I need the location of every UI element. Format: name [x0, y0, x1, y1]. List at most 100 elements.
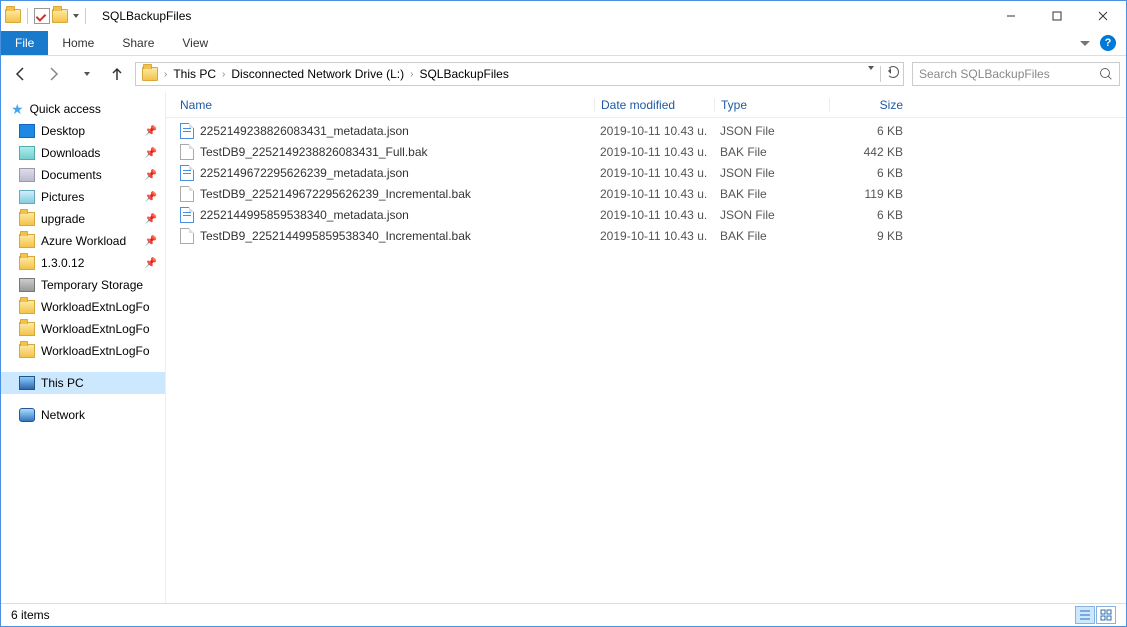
- file-row[interactable]: TestDB9_2252149672295626239_Incremental.…: [174, 183, 1118, 204]
- file-row[interactable]: 2252149238826083431_metadata.json2019-10…: [174, 120, 1118, 141]
- content-area: ★ Quick access Desktop📌 Downloads 📌 Documen…: [1, 92, 1126, 603]
- sidebar-item[interactable]: Desktop📌: [1, 120, 165, 142]
- minimize-button[interactable]: [988, 1, 1034, 31]
- folder-icon: [19, 212, 35, 226]
- forward-button[interactable]: [39, 60, 67, 88]
- refresh-icon[interactable]: [887, 66, 899, 78]
- bak-file-icon: [180, 228, 194, 244]
- file-date: 2019-10-11 10.43 u.: [594, 187, 714, 201]
- address-bar[interactable]: › This PC › Disconnected Network Drive (…: [135, 62, 904, 86]
- view-toggle: [1075, 606, 1116, 624]
- ribbon-help-area: ?: [1070, 31, 1126, 55]
- thumbnails-view-button[interactable]: [1096, 606, 1116, 624]
- tab-home[interactable]: Home: [48, 31, 108, 55]
- chevron-right-icon[interactable]: ›: [222, 69, 225, 80]
- search-box[interactable]: [912, 62, 1120, 86]
- quick-access-group: ★ Quick access Desktop📌 Downloads 📌 Documen…: [1, 98, 165, 362]
- help-icon[interactable]: ?: [1100, 35, 1116, 51]
- file-size: 6 KB: [829, 124, 909, 138]
- address-history-dropdown[interactable]: [868, 66, 874, 70]
- sidebar-item-label: Downloads: [41, 146, 100, 160]
- new-folder-icon[interactable]: [52, 9, 68, 23]
- file-date: 2019-10-11 10.43 u.: [594, 208, 714, 222]
- sidebar-item-label: upgrade: [41, 212, 85, 226]
- file-row[interactable]: 2252149672295626239_metadata.json2019-10…: [174, 162, 1118, 183]
- star-icon: ★: [11, 101, 24, 118]
- search-icon[interactable]: [1099, 67, 1113, 81]
- tab-file[interactable]: File: [1, 31, 48, 55]
- separator: [27, 8, 28, 24]
- breadcrumb-item[interactable]: Disconnected Network Drive (L:): [227, 67, 408, 81]
- file-type: JSON File: [714, 208, 829, 222]
- sidebar-item[interactable]: WorkloadExtnLogFo: [1, 340, 165, 362]
- column-date[interactable]: Date modified: [594, 98, 714, 112]
- network-group: Network: [1, 404, 165, 426]
- breadcrumb-label: SQLBackupFiles: [419, 67, 508, 81]
- navigation-bar: › This PC › Disconnected Network Drive (…: [1, 56, 1126, 92]
- disk-icon: [19, 278, 35, 292]
- file-name: TestDB9_2252144995859538340_Incremental.…: [200, 229, 471, 243]
- search-input[interactable]: [919, 67, 1099, 81]
- sidebar-item-this-pc[interactable]: This PC: [1, 372, 165, 394]
- sidebar-item[interactable]: upgrade📌: [1, 208, 165, 230]
- breadcrumb-item[interactable]: SQLBackupFiles: [415, 67, 512, 81]
- properties-icon[interactable]: [34, 8, 50, 24]
- folder-icon: [19, 322, 35, 336]
- ribbon-collapse-icon[interactable]: [1080, 41, 1090, 46]
- file-row[interactable]: 2252144995859538340_metadata.json 2019-10…: [174, 204, 1118, 225]
- column-headers: Name Date modified Type Size: [166, 92, 1126, 118]
- status-bar: 6 items: [1, 603, 1126, 626]
- file-name: 2252144995859538340_metadata.json: [200, 208, 409, 222]
- breadcrumb-item[interactable]: This PC: [169, 67, 220, 81]
- chevron-right-icon[interactable]: ›: [164, 69, 167, 80]
- folder-icon: [19, 300, 35, 314]
- sidebar-item-label: Documents: [41, 168, 102, 182]
- chevron-right-icon[interactable]: ›: [410, 69, 413, 80]
- sidebar-item-network[interactable]: Network: [1, 404, 165, 426]
- tab-view[interactable]: View: [168, 31, 222, 55]
- up-button[interactable]: [103, 60, 131, 88]
- network-icon: [19, 408, 35, 422]
- sidebar-item[interactable]: 1.3.0.12📌: [1, 252, 165, 274]
- sidebar-item[interactable]: WorkloadExtnLogFo: [1, 318, 165, 340]
- folder-icon: [19, 234, 35, 248]
- qat-dropdown-icon[interactable]: [73, 14, 79, 18]
- pin-icon: 📌: [145, 148, 157, 159]
- sidebar-item[interactable]: Azure Workload📌: [1, 230, 165, 252]
- sidebar-item[interactable]: Temporary Storage: [1, 274, 165, 296]
- file-name: 2252149238826083431_metadata.json: [200, 124, 409, 138]
- file-rows[interactable]: 2252149238826083431_metadata.json 2019-10…: [166, 118, 1126, 603]
- column-size[interactable]: Size: [829, 98, 909, 112]
- column-type[interactable]: Type: [714, 98, 829, 112]
- sidebar-item-label: WorkloadExtnLogFo: [41, 300, 150, 314]
- sidebar-item[interactable]: WorkloadExtnLogFo: [1, 296, 165, 318]
- column-name[interactable]: Name: [174, 98, 594, 112]
- title-bar: SQLBackupFiles: [1, 1, 1126, 31]
- pin-icon: 📌: [145, 258, 157, 269]
- folder-icon: [19, 256, 35, 270]
- json-file-icon: [180, 207, 194, 223]
- maximize-button[interactable]: [1034, 1, 1080, 31]
- separator: [880, 66, 881, 82]
- this-pc-label: This PC: [41, 376, 84, 390]
- quick-access-toolbar: [1, 8, 94, 24]
- quick-access-header[interactable]: ★ Quick access: [1, 98, 165, 120]
- quick-access-label: Quick access: [30, 102, 101, 116]
- file-name: TestDB9_2252149238826083431_Full.bak: [200, 145, 428, 159]
- recent-dropdown[interactable]: [71, 60, 99, 88]
- file-row[interactable]: TestDB9_2252149238826083431_Full.bak2019…: [174, 141, 1118, 162]
- back-button[interactable]: [7, 60, 35, 88]
- file-type: BAK File: [714, 145, 829, 159]
- sidebar-item[interactable]: Downloads 📌: [1, 142, 165, 164]
- file-row[interactable]: TestDB9_2252144995859538340_Incremental.…: [174, 225, 1118, 246]
- details-view-button[interactable]: [1075, 606, 1095, 624]
- file-name: 2252149672295626239_metadata.json: [200, 166, 409, 180]
- sidebar-item[interactable]: Pictures📌: [1, 186, 165, 208]
- desktop-icon: [19, 124, 35, 138]
- file-size: 9 KB: [829, 229, 909, 243]
- pin-icon: 📌: [145, 236, 157, 247]
- close-button[interactable]: [1080, 1, 1126, 31]
- tab-share[interactable]: Share: [108, 31, 168, 55]
- pin-icon: 📌: [145, 192, 157, 203]
- sidebar-item[interactable]: Documents📌: [1, 164, 165, 186]
